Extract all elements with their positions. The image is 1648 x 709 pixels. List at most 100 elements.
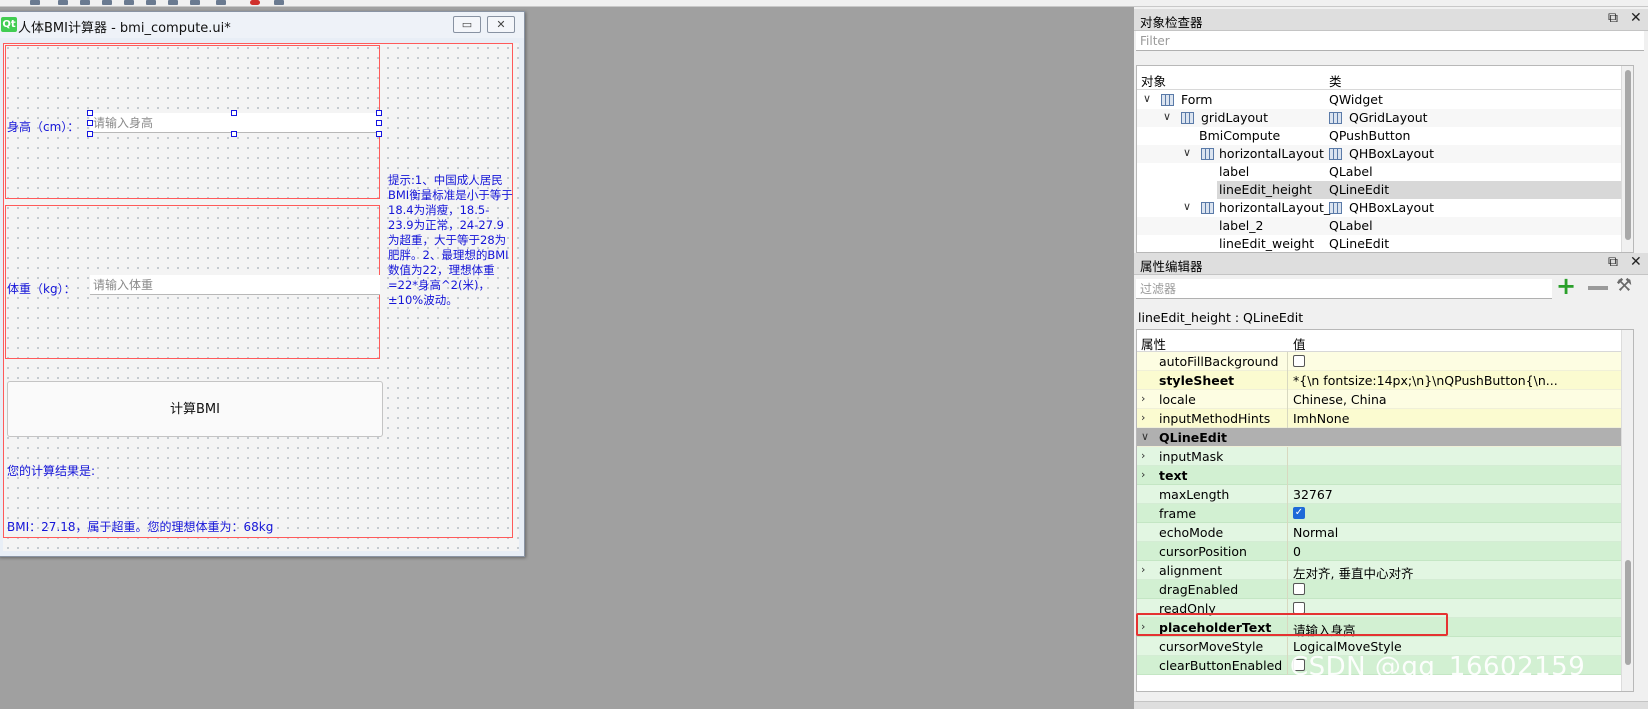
tree-row-name: lineEdit_height [1219,182,1312,197]
toolbar-icon[interactable] [146,0,156,5]
close-icon[interactable]: ✕ [1630,254,1642,270]
minimize-icon: ▭ [461,18,473,31]
configure-icon[interactable]: ⚒ [1616,275,1632,296]
prop-row-inputmethodhints[interactable]: › inputMethodHints ImhNone [1137,409,1623,428]
selection-handle[interactable] [376,110,382,116]
toolbar-icon[interactable] [102,0,112,5]
prop-row-dragenabled[interactable]: dragEnabled [1137,580,1623,599]
prop-row-frame[interactable]: frame ✓ [1137,504,1623,523]
close-button[interactable]: ✕ [487,16,515,33]
expand-icon[interactable]: › [1141,411,1145,424]
tree-row-lineedit-height[interactable]: lineEdit_height QLineEdit [1137,181,1633,199]
prop-name: locale [1159,392,1196,407]
selection-handle[interactable] [231,131,237,137]
tree-row-class: QLineEdit [1329,236,1390,251]
property-filter-input[interactable]: 过滤器 [1136,279,1552,299]
toolbar-icon[interactable] [216,0,226,5]
col-class[interactable]: 类 [1329,71,1342,90]
form-canvas[interactable]: 身高（cm）： 请输入身高 体重（kg）： 请输入体重 提示:1、中国成人居民B… [3,43,519,551]
float-icon[interactable]: ⧉ [1608,254,1618,270]
weight-input[interactable]: 请输入体重 [90,275,380,295]
prop-row-locale[interactable]: › locale Chinese, China [1137,390,1623,409]
expand-icon[interactable]: ∨ [1163,110,1171,123]
hbox-layout-icon [1201,148,1214,160]
scrollbar-thumb[interactable] [1625,560,1631,665]
collapse-icon[interactable]: ∨ [1141,430,1149,443]
expand-icon[interactable]: ∨ [1183,200,1191,213]
prop-row-stylesheet[interactable]: styleSheet *{\n fontsize:14px;\n}\nQPush… [1137,371,1623,390]
result-label: 您的计算结果是: [7,464,96,478]
prop-name: dragEnabled [1159,582,1239,597]
toolbar-icon[interactable] [124,0,134,5]
minimize-button[interactable]: ▭ [453,16,481,33]
tree-row-horizontallayout-2[interactable]: ∨ horizontalLayout_2 QHBoxLayout [1137,199,1633,217]
prop-value[interactable]: *{\n fontsize:14px;\n}\nQPushButton{\n..… [1293,373,1558,388]
object-tree[interactable]: 对象 ^ 类 ∨ Form QWidget ∨ gridLayout QGrid… [1136,65,1634,253]
tree-row-gridlayout[interactable]: ∨ gridLayout QGridLayout [1137,109,1633,127]
tree-row-label[interactable]: label QLabel [1137,163,1633,181]
tree-row-name: BmiCompute [1199,128,1281,143]
height-placeholder: 请输入身高 [93,116,154,130]
scrollbar-thumb[interactable] [1625,70,1631,240]
frame-checkbox[interactable]: ✓ [1293,507,1305,519]
selection-handle[interactable] [87,110,93,116]
prop-row-cursorposition[interactable]: cursorPosition 0 [1137,542,1623,561]
col-object[interactable]: 对象 [1141,71,1166,90]
remove-property-icon[interactable] [1588,286,1608,290]
expand-icon[interactable]: ∨ [1143,92,1151,105]
property-table[interactable]: 属性 值 autoFillBackground styleSheet *{\n … [1136,329,1634,692]
height-input[interactable]: 请输入身高 [90,113,380,133]
tree-row-lineedit-weight[interactable]: lineEdit_weight QLineEdit [1137,235,1633,252]
compute-bmi-button[interactable]: 计算BMI [7,381,383,437]
toolbar-icon[interactable] [190,0,200,5]
prop-row-text[interactable]: › text [1137,466,1623,485]
selection-handle[interactable] [376,120,382,126]
expand-icon[interactable]: › [1141,449,1145,462]
selection-handle[interactable] [231,110,237,116]
float-icon[interactable]: ⧉ [1608,10,1618,26]
expand-icon[interactable]: ∨ [1183,146,1191,159]
property-table-scrollbar[interactable] [1621,330,1633,691]
expand-icon[interactable]: › [1141,468,1145,481]
record-icon[interactable] [250,0,260,5]
col-property[interactable]: 属性 [1141,334,1166,353]
expand-icon[interactable]: › [1141,563,1145,576]
prop-value[interactable]: 32767 [1293,487,1333,502]
weight-label: 体重（kg）： [7,282,76,296]
col-value[interactable]: 值 [1293,334,1306,353]
prop-row-inputmask[interactable]: › inputMask [1137,447,1623,466]
prop-row-autofillbackground[interactable]: autoFillBackground [1137,352,1623,371]
prop-value[interactable]: Chinese, China [1293,392,1387,407]
prop-row-maxlength[interactable]: maxLength 32767 [1137,485,1623,504]
autofillbackground-checkbox[interactable] [1293,355,1305,367]
dragenabled-checkbox[interactable] [1293,583,1305,595]
form-titlebar[interactable]: Qt 人体BMI计算器 - bmi_compute.ui* ▭ ✕ [0,12,524,38]
toolbar-icon[interactable] [274,0,284,5]
tree-row-class: QLabel [1329,218,1373,233]
object-inspector-panel: 对象检查器 ⧉ ✕ Filter 对象 ^ 类 ∨ Form QWidget ∨… [1134,7,1648,255]
prop-value[interactable]: 0 [1293,544,1301,559]
selection-handle[interactable] [376,131,382,137]
object-filter-input[interactable]: Filter [1136,31,1644,51]
toolbar-icon[interactable] [80,0,90,5]
selection-handle[interactable] [87,120,93,126]
expand-icon[interactable]: › [1141,392,1145,405]
toolbar-icon[interactable] [168,0,178,5]
close-icon[interactable]: ✕ [1630,10,1642,26]
tree-row-name: lineEdit_weight [1219,236,1315,251]
add-property-icon[interactable]: + [1556,274,1576,298]
tree-row-name: Form [1181,92,1213,107]
prop-group-qlineedit[interactable]: ∨ QLineEdit [1137,428,1623,447]
prop-row-echomode[interactable]: echoMode Normal [1137,523,1623,542]
tree-row-form[interactable]: ∨ Form QWidget [1137,91,1633,109]
selection-handle[interactable] [87,131,93,137]
toolbar-icon[interactable] [58,0,68,5]
tree-row-bmicompute[interactable]: BmiCompute QPushButton [1137,127,1633,145]
tree-row-horizontallayout[interactable]: ∨ horizontalLayout QHBoxLayout [1137,145,1633,163]
tree-row-label-2[interactable]: label_2 QLabel [1137,217,1633,235]
prop-row-alignment[interactable]: › alignment 左对齐, 垂直中心对齐 [1137,561,1623,581]
prop-value[interactable]: Normal [1293,525,1338,540]
toolbar-icon[interactable] [30,0,40,5]
prop-value[interactable]: ImhNone [1293,411,1349,426]
object-tree-scrollbar[interactable] [1621,66,1633,252]
